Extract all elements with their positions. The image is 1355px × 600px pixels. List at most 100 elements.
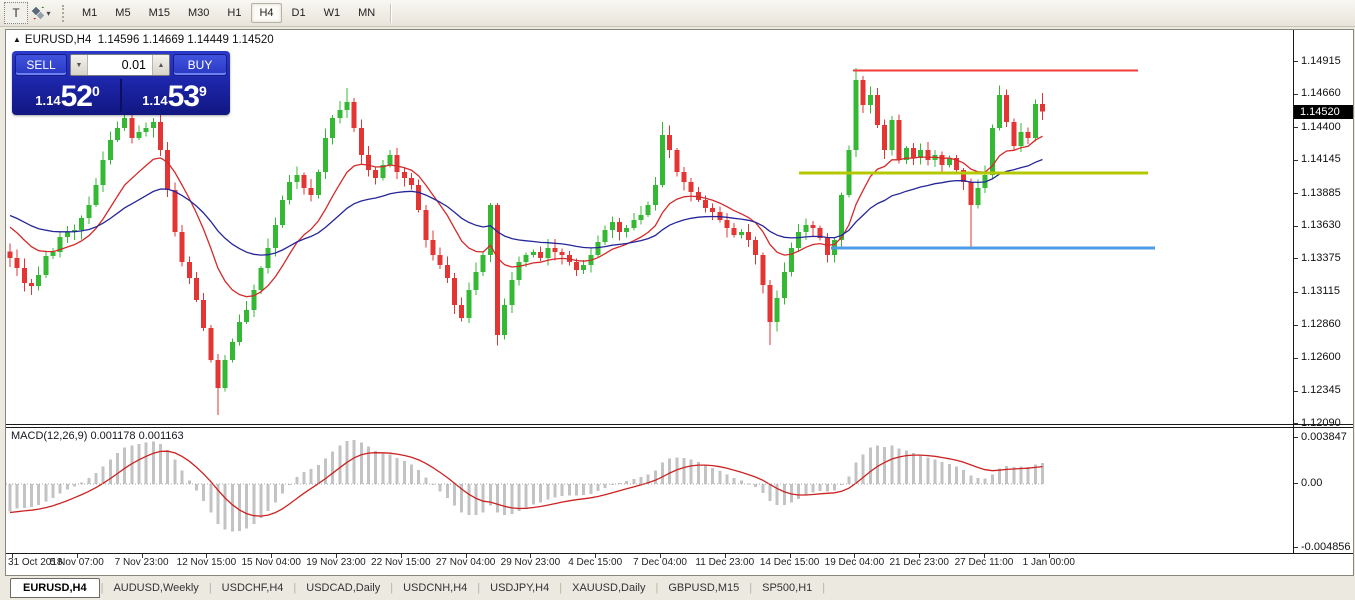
- tab-separator: |: [559, 582, 562, 594]
- macd-histogram-bar: [367, 447, 370, 484]
- price-tick: [1294, 127, 1298, 128]
- date-axis-label: 22 Nov 15:00: [371, 557, 431, 568]
- macd-histogram-bar: [711, 468, 714, 484]
- candle-body: [445, 265, 450, 278]
- candle-body: [237, 322, 242, 342]
- tab-audusd-weekly[interactable]: AUDUSD,Weekly: [104, 579, 207, 597]
- macd-histogram-bar: [761, 484, 764, 493]
- price-axis-label: 1.14660: [1301, 87, 1341, 99]
- timeframe-button-mn[interactable]: MN: [350, 3, 383, 23]
- macd-histogram-bar: [575, 484, 578, 496]
- candle-body: [1040, 104, 1045, 112]
- pane-divider[interactable]: [6, 424, 1353, 425]
- timeframe-button-m1[interactable]: M1: [74, 3, 105, 23]
- macd-axis-label: 0.003847: [1301, 431, 1347, 443]
- tab-separator: |: [101, 582, 104, 594]
- candle-body: [789, 248, 794, 272]
- macd-histogram-bar: [73, 484, 76, 486]
- candle-body: [452, 278, 457, 305]
- date-axis-label: 19 Nov 23:00: [306, 557, 366, 568]
- tab-xauusd-daily[interactable]: XAUUSD,Daily: [563, 579, 654, 597]
- macd-histogram-bar: [381, 453, 384, 484]
- tab-gbpusd-m15[interactable]: GBPUSD,M15: [659, 579, 748, 597]
- candle-body: [746, 232, 751, 240]
- candle-body: [638, 215, 643, 220]
- sell-price-display[interactable]: 1.14520: [15, 79, 122, 112]
- buy-button[interactable]: BUY: [173, 54, 227, 76]
- arrange-charts-button[interactable]: ▾: [30, 3, 52, 23]
- text-tool-button[interactable]: T: [4, 2, 28, 24]
- macd-histogram-bar: [510, 484, 513, 514]
- macd-histogram-bar: [353, 440, 356, 484]
- pane-divider[interactable]: [6, 427, 1353, 428]
- date-axis-label: 14 Dec 15:00: [760, 557, 820, 568]
- chart-window: ▲EURUSD,H4 1.14596 1.14669 1.14449 1.145…: [5, 29, 1354, 576]
- date-axis-label: 29 Nov 23:00: [501, 557, 561, 568]
- text-tool-icon: T: [12, 6, 19, 20]
- macd-histogram-bar: [188, 480, 191, 484]
- tab-separator: |: [655, 582, 658, 594]
- tab-usdcad-daily[interactable]: USDCAD,Daily: [297, 579, 389, 597]
- macd-histogram-bar: [955, 467, 958, 484]
- macd-histogram-bar: [252, 484, 255, 524]
- chart-title-ohlc: 1.14596 1.14669 1.14449 1.14520: [98, 34, 274, 46]
- timeframe-button-w1[interactable]: W1: [316, 3, 349, 23]
- candle-body: [223, 360, 228, 388]
- macd-histogram-bar: [274, 484, 277, 503]
- timeframe-button-h1[interactable]: H1: [219, 3, 249, 23]
- macd-histogram-bar: [424, 477, 427, 484]
- tab-eurusd-h4[interactable]: EURUSD,H4: [10, 578, 100, 598]
- macd-indicator-plot[interactable]: [6, 428, 1293, 553]
- candle-body: [825, 238, 830, 255]
- volume-decrease-button[interactable]: ▼: [71, 55, 88, 75]
- candle-body: [739, 232, 744, 235]
- macd-histogram-bar: [16, 484, 19, 509]
- current-price-tag: 1.14520: [1294, 105, 1353, 119]
- toolbar-grip[interactable]: [62, 5, 67, 22]
- tab-usdchf-h4[interactable]: USDCHF,H4: [213, 579, 293, 597]
- price-axis-label: 1.14400: [1301, 121, 1341, 133]
- macd-histogram-bar: [238, 484, 241, 531]
- timeframe-button-m5[interactable]: M5: [107, 3, 138, 23]
- macd-histogram-bar: [396, 458, 399, 484]
- macd-histogram-bar: [518, 484, 521, 511]
- tab-usdjpy-h4[interactable]: USDJPY,H4: [481, 579, 558, 597]
- tab-separator: |: [477, 582, 480, 594]
- macd-histogram-bar: [855, 463, 858, 484]
- macd-histogram-bar: [883, 447, 886, 484]
- macd-histogram-bar: [245, 484, 248, 528]
- candle-body: [689, 182, 694, 192]
- sell-price-main: 1.14: [35, 93, 60, 108]
- timeframe-button-h4[interactable]: H4: [251, 3, 281, 23]
- candle-body: [997, 95, 1002, 128]
- macd-histogram-bar: [166, 450, 169, 484]
- timeframe-button-d1[interactable]: D1: [284, 3, 314, 23]
- candle-body: [201, 300, 206, 328]
- candle-body: [280, 200, 285, 225]
- candle-body: [538, 252, 543, 258]
- buy-price-display[interactable]: 1.14539: [122, 79, 227, 112]
- timeframe-button-m15[interactable]: M15: [141, 3, 178, 23]
- timeframe-button-m30[interactable]: M30: [180, 3, 217, 23]
- candle-body: [1011, 122, 1016, 146]
- price-tick: [1294, 258, 1298, 259]
- chart-title: ▲EURUSD,H4 1.14596 1.14669 1.14449 1.145…: [13, 34, 274, 46]
- price-tick: [1294, 358, 1298, 359]
- volume-stepper: ▼ 0.01 ▲: [70, 54, 170, 76]
- macd-histogram-bar: [389, 455, 392, 484]
- candle-body: [868, 95, 873, 105]
- date-axis-label: 21 Dec 23:00: [889, 557, 949, 568]
- volume-increase-button[interactable]: ▲: [152, 55, 169, 75]
- candle-body: [151, 122, 156, 128]
- candle-body: [940, 155, 945, 165]
- candle-body: [889, 120, 894, 150]
- sell-button[interactable]: SELL: [15, 54, 67, 76]
- tab-sp500-h1[interactable]: SP500,H1: [753, 579, 821, 597]
- candle-body: [653, 185, 658, 205]
- tab-separator: |: [822, 582, 825, 594]
- price-tick: [1294, 292, 1298, 293]
- macd-histogram-bar: [754, 484, 757, 487]
- tab-usdcnh-h4[interactable]: USDCNH,H4: [394, 579, 476, 597]
- volume-input[interactable]: 0.01: [88, 55, 152, 75]
- macd-histogram-bar: [403, 461, 406, 484]
